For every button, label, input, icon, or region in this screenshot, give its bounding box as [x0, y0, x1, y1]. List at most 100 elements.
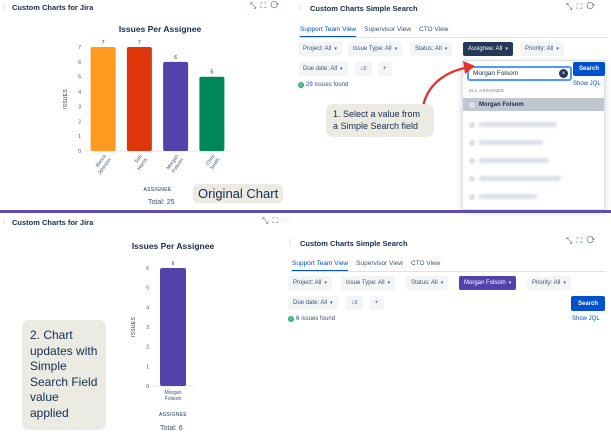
bar[interactable] [163, 61, 189, 151]
drag-handle-icon[interactable]: ⁞ [299, 5, 301, 12]
filter-project[interactable]: Project: All ▾ [298, 42, 342, 56]
fullscreen-icon[interactable]: ⛶ [273, 216, 280, 225]
gadget-controls: ⤡ ⛶ ⟳ [566, 2, 596, 12]
filter-priority[interactable]: Priority: All ▾ [527, 276, 571, 290]
annotation-callout: 1. Select a value from a Simple Search f… [326, 104, 434, 138]
chevron-down-icon: ▾ [508, 280, 512, 286]
add-filter-button[interactable]: + [378, 62, 392, 76]
gadget-title: Custom Charts Simple Search [310, 4, 418, 13]
assignee-search-input[interactable]: Morgan Folsom [467, 66, 572, 81]
minimize-icon[interactable]: ⤡ [566, 236, 573, 245]
add-filter-button[interactable]: + [370, 296, 384, 310]
filter-assignee[interactable]: Assignee: All ▾ [463, 42, 513, 56]
y-tick-label: 6 [146, 266, 149, 272]
chevron-down-icon: ▾ [387, 280, 391, 286]
chevron-down-icon: ▾ [330, 300, 333, 306]
chevron-down-icon: ▾ [556, 46, 559, 52]
minimize-icon[interactable]: ⤡ [250, 1, 257, 10]
filter-issue-type[interactable]: Issue Type: All ▾ [341, 276, 396, 290]
y-tick-label: 5 [146, 286, 149, 292]
bar-value-label: 6 [172, 261, 175, 267]
bar[interactable] [126, 47, 152, 151]
gadget-title: Custom Charts Simple Search [300, 239, 408, 248]
chevron-down-icon: ▾ [505, 46, 508, 52]
dropdown-option[interactable] [463, 136, 604, 149]
y-axis-title: ISSUES [63, 89, 69, 110]
issues-found: ✓ 6 issues found [288, 316, 336, 322]
show-jql-link[interactable]: Show JQL [572, 316, 600, 322]
fullscreen-icon[interactable]: ⛶ [577, 2, 584, 11]
total-value[interactable]: 6 [179, 425, 183, 432]
fullscreen-icon[interactable]: ⛶ [577, 236, 584, 245]
total-value[interactable]: 25 [167, 199, 175, 206]
dropdown-option[interactable] [463, 172, 604, 185]
search-button[interactable]: Search [571, 296, 605, 311]
bar[interactable] [160, 268, 186, 386]
bar[interactable] [199, 76, 225, 151]
chevron-down-icon: ▾ [444, 46, 448, 52]
refresh-icon[interactable]: ⟳ [586, 236, 596, 245]
plus-icon: + [383, 66, 387, 72]
minimize-icon[interactable]: ⤡ [262, 216, 269, 225]
section-divider [0, 210, 611, 213]
show-jql-link[interactable]: Show JQL [573, 81, 601, 87]
chevron-down-icon: ▾ [334, 46, 337, 52]
x-tick-label: TomHarris [131, 153, 149, 171]
more-icon[interactable]: ⋯ [282, 216, 291, 225]
filter-assignee[interactable]: Morgan Folsom ▾ [459, 276, 517, 290]
y-tick-label: 5 [78, 75, 81, 81]
clear-icon[interactable]: × [559, 69, 568, 78]
dropdown-option[interactable] [463, 190, 604, 203]
fullscreen-icon[interactable]: ⛶ [261, 1, 268, 10]
issues-found-count[interactable]: 6 [296, 316, 299, 322]
y-tick-label: 1 [146, 364, 149, 370]
sort-button[interactable]: ↓≡ [355, 62, 372, 76]
dropdown-option-morgan-folsom[interactable]: Morgan Folsom [463, 98, 604, 111]
y-tick-label: 0 [78, 149, 81, 155]
chevron-down-icon: ▾ [440, 280, 444, 286]
gadget-controls: ⤡ ⛶ ⟳ [566, 236, 596, 246]
bar-value-label: 7 [102, 40, 105, 46]
filter-status[interactable]: Status: All ▾ [406, 276, 449, 290]
issues-found: ✓ 29 issues found [298, 82, 349, 88]
filter-priority[interactable]: Priority: All ▾ [520, 42, 564, 56]
bar[interactable] [90, 47, 116, 151]
refresh-icon[interactable]: ⟳ [586, 2, 596, 11]
sort-button[interactable]: ↓≡ [346, 296, 363, 310]
y-tick-label: 1 [78, 134, 81, 140]
chevron-down-icon: ▾ [324, 280, 327, 286]
minimize-icon[interactable]: ⤡ [566, 2, 573, 11]
dropdown-option[interactable] [463, 154, 604, 167]
chevron-down-icon: ▾ [563, 280, 566, 286]
filter-due-date[interactable]: Due date: All ▾ [288, 296, 338, 310]
gadget-title: Custom Charts for Jira [12, 3, 94, 12]
dropdown-option[interactable] [463, 118, 604, 131]
y-tick-label: 7 [78, 45, 81, 51]
total-label: Total: [148, 199, 165, 206]
filter-issue-type[interactable]: Issue Type: All ▾ [348, 42, 403, 56]
bar-chart: ISSUES 0 1 2 3 4 5 6 6 Morgan Folsom ASSIGNEE [131, 261, 193, 418]
drag-handle-icon[interactable]: ⁞ [3, 4, 5, 11]
issues-found-count[interactable]: 29 [306, 82, 313, 88]
filter-status[interactable]: Status: All ▾ [410, 42, 453, 56]
x-tick-label: ChrisSmith [204, 153, 221, 171]
x-tick-label: MorganFolsom [166, 154, 186, 175]
filter-due-date[interactable]: Due date: All ▾ [298, 62, 348, 76]
x-tick-label: MorganFolsom [165, 390, 182, 402]
drag-handle-icon[interactable]: ⁞ [289, 240, 291, 247]
bar-value-label: 6 [174, 55, 177, 61]
chevron-down-icon: ▾ [340, 66, 343, 72]
y-tick-label: 2 [78, 119, 81, 125]
original-chart-label: Original Chart [193, 184, 284, 203]
y-tick-label: 3 [78, 104, 81, 110]
plus-icon: + [375, 300, 379, 306]
annotation-callout: 2. Chart updates with Simple Search Fiel… [22, 320, 106, 430]
search-button[interactable]: Search [573, 62, 605, 76]
refresh-icon[interactable]: ⟳ [270, 1, 280, 10]
tab-divider [290, 271, 606, 272]
y-tick-label: 2 [146, 345, 149, 351]
y-tick-label: 0 [146, 384, 149, 390]
y-axis-title: ISSUES [131, 317, 137, 338]
drag-handle-icon[interactable]: ⁞ [3, 219, 5, 226]
filter-project[interactable]: Project: All ▾ [288, 276, 332, 290]
